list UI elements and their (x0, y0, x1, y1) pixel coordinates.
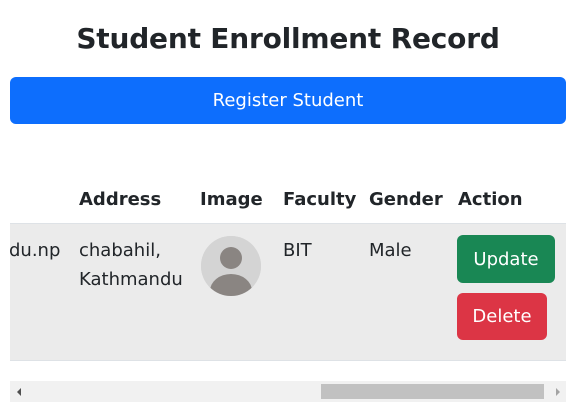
email-cell: du.np (10, 240, 61, 261)
user-avatar-icon (201, 236, 261, 296)
header-action: Action (458, 189, 523, 210)
student-table: Address Image Faculty Gender Action du.n… (10, 176, 566, 362)
header-gender: Gender (369, 189, 443, 210)
register-student-button[interactable]: Register Student (10, 77, 566, 124)
gender-cell: Male (369, 240, 412, 261)
horizontal-scrollbar[interactable] (10, 381, 566, 402)
address-line-1: chabahil, (79, 240, 161, 261)
scrollbar-thumb[interactable] (321, 384, 544, 399)
update-button[interactable]: Update (457, 235, 555, 283)
scroll-right-arrow-icon[interactable] (549, 381, 566, 402)
page-title: Student Enrollment Record (76, 22, 500, 55)
scroll-left-arrow-icon[interactable] (10, 381, 27, 402)
header-image: Image (200, 189, 263, 210)
table-header-row: Address Image Faculty Gender Action (10, 176, 566, 224)
student-avatar (201, 236, 261, 296)
delete-button[interactable]: Delete (457, 293, 547, 340)
page: Student Enrollment Record Register Stude… (0, 0, 576, 415)
address-cell: chabahil, Kathmandu (79, 236, 183, 294)
address-line-2: Kathmandu (79, 269, 183, 290)
header-address: Address (79, 189, 162, 210)
table-row: du.np chabahil, Kathmandu BIT Male Updat… (10, 224, 566, 361)
faculty-cell: BIT (283, 240, 312, 261)
header-faculty: Faculty (283, 189, 357, 210)
